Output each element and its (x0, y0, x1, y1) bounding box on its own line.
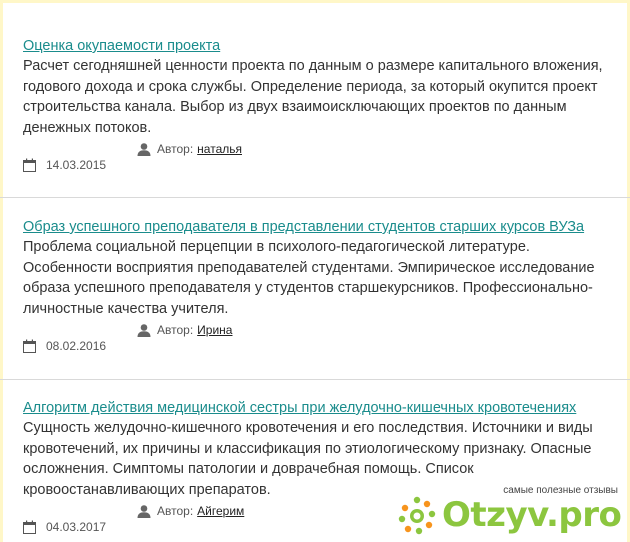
article-author: Автор: Ирина (137, 323, 232, 337)
user-icon (137, 324, 151, 337)
article-description: Расчет сегодняшней ценности проекта по д… (23, 58, 603, 136)
article-date-text: 08.02.2016 (46, 339, 107, 353)
page-frame-top (0, 0, 630, 3)
calendar-icon (23, 339, 36, 353)
otzyv-watermark: самые полезные отзывы Otzyv.pro (396, 485, 626, 540)
article-description: Проблема социальной перцепции в психолог… (23, 239, 595, 317)
article-date: 14.03.2015 (23, 158, 106, 172)
article-title-link[interactable]: Алгоритм действия медицинской сестры при… (23, 398, 576, 418)
article-author: Автор: наталья (137, 142, 242, 156)
author-link[interactable]: наталья (197, 142, 242, 156)
user-icon (137, 143, 151, 156)
author-link[interactable]: Айгерим (197, 504, 244, 518)
page-frame-left (0, 0, 3, 542)
article-meta: 14.03.2015 Автор: наталья (23, 138, 613, 174)
article-card: Образ успешного преподавателя в представ… (23, 217, 613, 355)
article-date-text: 04.03.2017 (46, 520, 107, 534)
article-divider (0, 197, 630, 198)
article-title-link[interactable]: Оценка окупаемости проекта (23, 36, 220, 56)
article-title-link[interactable]: Образ успешного преподавателя в представ… (23, 217, 584, 237)
calendar-icon (23, 158, 36, 172)
article-author: Автор: Айгерим (137, 504, 244, 518)
article-card: Оценка окупаемости проекта Расчет сегодн… (23, 36, 613, 174)
article-date: 08.02.2016 (23, 339, 106, 353)
article-date: 04.03.2017 (23, 520, 106, 534)
author-label: Автор: (157, 142, 194, 156)
author-link[interactable]: Ирина (197, 323, 232, 337)
watermark-brand: Otzyv.pro (442, 495, 622, 535)
author-label: Автор: (157, 504, 194, 518)
author-label: Автор: (157, 323, 194, 337)
otzyv-logo-icon (398, 496, 436, 535)
user-icon (137, 505, 151, 518)
article-date-text: 14.03.2015 (46, 158, 107, 172)
article-divider (0, 379, 630, 380)
calendar-icon (23, 520, 36, 534)
article-meta: 08.02.2016 Автор: Ирина (23, 319, 613, 355)
